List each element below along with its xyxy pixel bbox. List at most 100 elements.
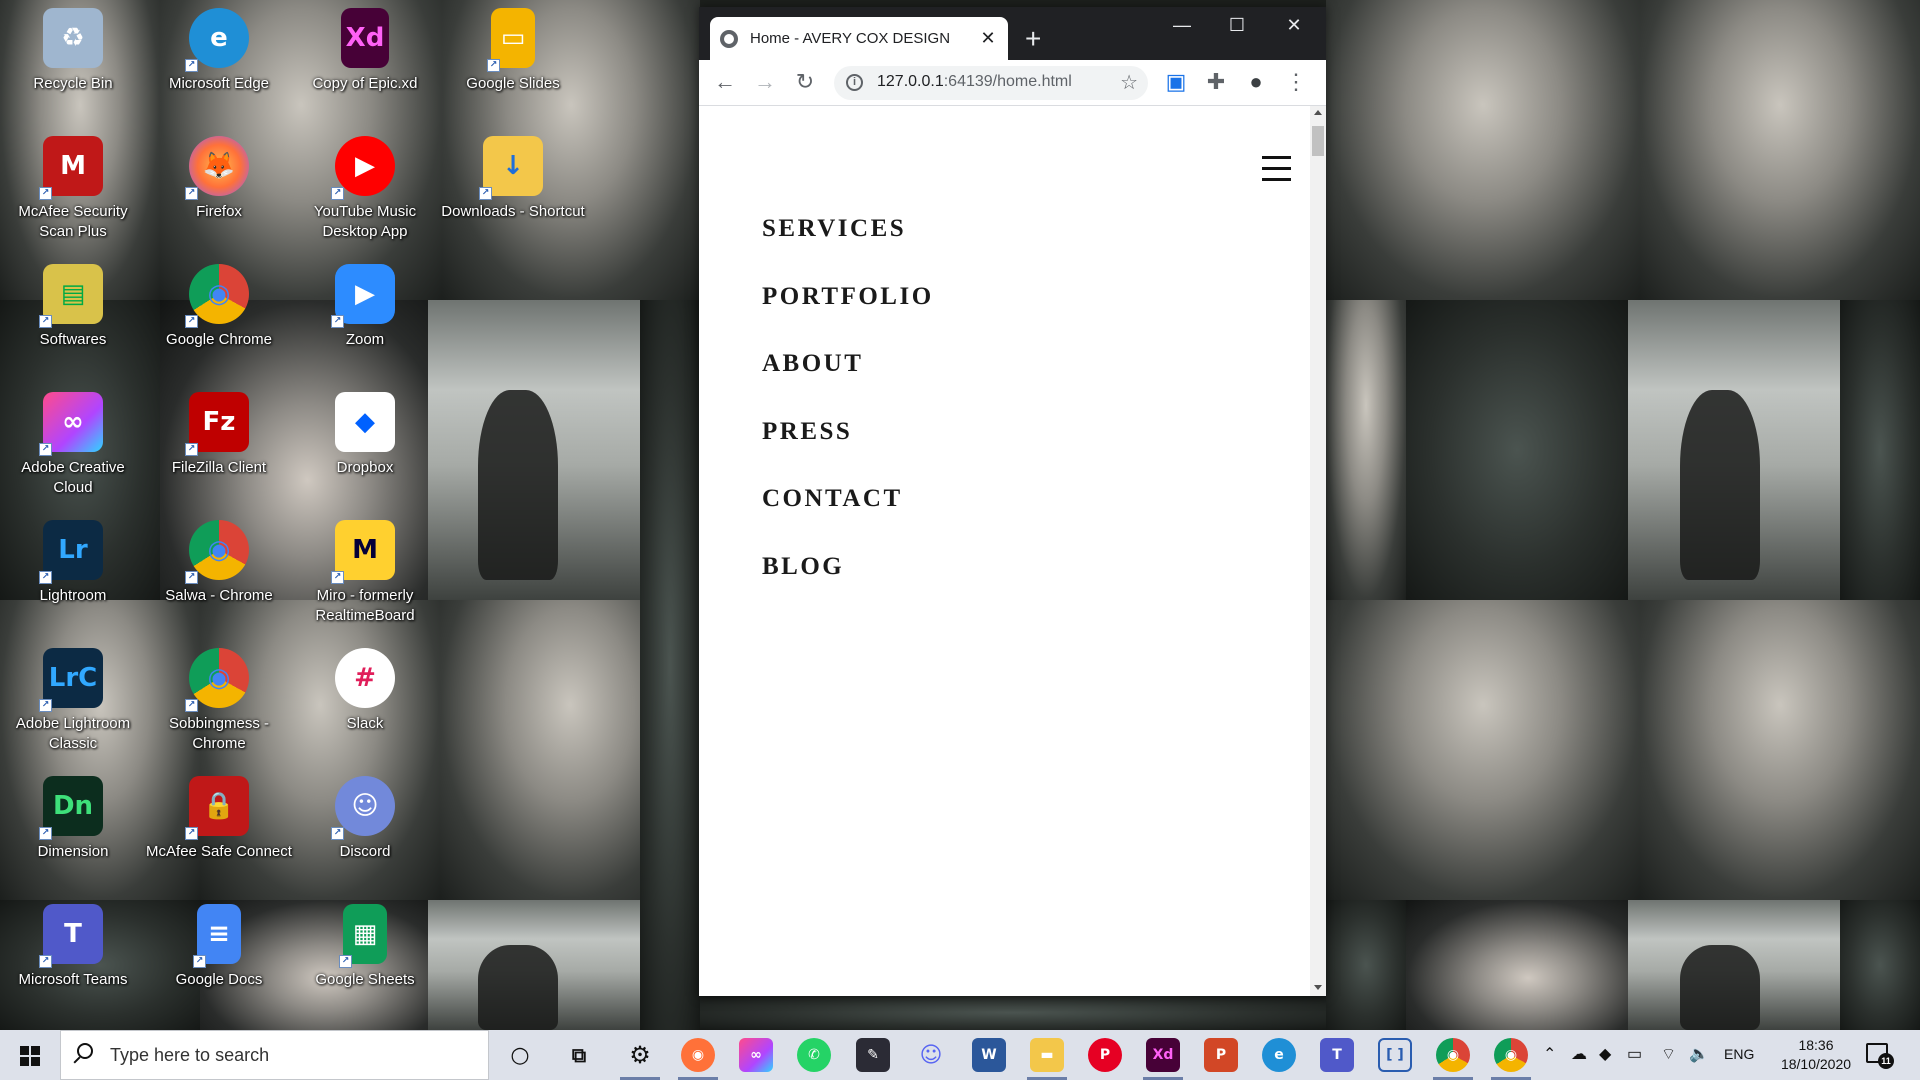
show-hidden-icons-chevron-icon[interactable]: ⌃ <box>1543 1044 1556 1080</box>
close-window-button[interactable]: ✕ <box>1271 15 1317 36</box>
dropbox-tray-icon[interactable]: ◆ <box>1599 1044 1611 1080</box>
desktop-icon-teams[interactable]: T ↗ Microsoft Teams <box>0 904 146 990</box>
reload-icon[interactable]: ↻ <box>791 68 819 96</box>
nav-link-blog[interactable]: BLOG <box>762 553 844 581</box>
desktop-icon-google-slides[interactable]: ▭ ↗ Google Slides <box>440 8 586 94</box>
search-placeholder: Type here to search <box>110 1045 270 1065</box>
desktop-icon-lightroom-classic[interactable]: LrC ↗ Adobe Lightroom Classic <box>0 648 146 754</box>
lightroom-icon: Lr ↗ <box>39 520 103 584</box>
word-icon[interactable]: W <box>972 1038 1006 1072</box>
volume-icon[interactable]: 🔈 <box>1689 1044 1709 1080</box>
adobe-xd-icon[interactable]: Xd <box>1146 1038 1180 1072</box>
desktop-icon-softwares[interactable]: ▤ ↗ Softwares <box>0 264 146 350</box>
action-center-icon[interactable]: 11 <box>1866 1043 1894 1069</box>
scrollbar-thumb[interactable] <box>1312 126 1324 156</box>
scroll-up-arrow-icon[interactable] <box>1314 110 1322 115</box>
whatsapp-icon[interactable]: ✆ <box>797 1038 831 1072</box>
desktop-icon-mcafee-scan[interactable]: M ↗ McAfee Security Scan Plus <box>0 136 146 242</box>
nav-link-about[interactable]: ABOUT <box>762 350 863 378</box>
desktop-icon-zoom[interactable]: ▶ ↗ Zoom <box>292 264 438 350</box>
address-bar[interactable]: i 127.0.0.1:64139/home.html ☆ <box>834 66 1148 100</box>
back-arrow-icon[interactable]: ← <box>711 68 739 96</box>
desktop-icon-discord[interactable]: ☺ ↗ Discord <box>292 776 438 862</box>
edge-icon[interactable]: e <box>1262 1038 1296 1072</box>
nav-link-press[interactable]: PRESS <box>762 418 852 446</box>
desktop-icon-slack[interactable]: # Slack <box>292 648 438 734</box>
scroll-down-arrow-icon[interactable] <box>1314 985 1322 990</box>
shortcut-arrow-icon: ↗ <box>185 315 198 328</box>
desktop-icon-downloads[interactable]: ↓ ↗ Downloads - Shortcut <box>440 136 586 222</box>
desktop-icon-xd-file[interactable]: Xd Copy of Epic.xd <box>292 8 438 94</box>
powerpoint-icon[interactable]: P <box>1204 1038 1238 1072</box>
shortcut-arrow-icon: ↗ <box>185 443 198 456</box>
taskbar-search-box[interactable]: Type here to search <box>60 1030 489 1080</box>
bookmark-star-icon[interactable]: ☆ <box>1120 70 1138 95</box>
desktop-icon-label: Slack <box>346 715 384 732</box>
bracket-app-icon[interactable]: [ ] <box>1378 1038 1412 1072</box>
profile-avatar-icon[interactable]: ● <box>1242 68 1270 96</box>
desktop-icon-dimension[interactable]: Dn ↗ Dimension <box>0 776 146 862</box>
cortana-icon[interactable]: ○ <box>503 1038 537 1072</box>
url-text[interactable]: 127.0.0.1:64139/home.html <box>877 73 1072 91</box>
system-clock[interactable]: 18:36 18/10/2020 <box>1780 1036 1852 1074</box>
desktop-icon-google-docs[interactable]: ≡ ↗ Google Docs <box>146 904 292 990</box>
nav-link-services[interactable]: SERVICES <box>762 215 906 243</box>
desktop-icon-dropbox[interactable]: ◆ Dropbox <box>292 392 438 478</box>
cast-extension-icon[interactable]: ▣ <box>1162 68 1190 96</box>
desktop-icon-google-sheets[interactable]: ▦ ↗ Google Sheets <box>292 904 438 990</box>
chrome-profile-icon[interactable]: ◉ <box>1436 1038 1470 1072</box>
desktop-icon-mcafee-safe-connect[interactable]: 🔒 ↗ McAfee Safe Connect <box>146 776 292 862</box>
hamburger-menu-icon[interactable] <box>1262 156 1291 181</box>
extensions-puzzle-icon[interactable]: ✚ <box>1202 68 1230 96</box>
desktop-icon-edge[interactable]: e ↗ Microsoft Edge <box>146 8 292 94</box>
desktop-icon-creative-cloud[interactable]: ∞ ↗ Adobe Creative Cloud <box>0 392 146 498</box>
desktop-icon-recycle-bin[interactable]: ♻ Recycle Bin <box>0 8 146 94</box>
teams-glyph: T <box>64 919 82 949</box>
desktop-icon-filezilla[interactable]: Fz ↗ FileZilla Client <box>146 392 292 478</box>
shortcut-arrow-icon: ↗ <box>185 59 198 72</box>
creative-cloud-icon[interactable]: ∞ <box>739 1038 773 1072</box>
desktop-icon-sobbingmess-chrome[interactable]: ◉ ↗ Sobbingmess - Chrome <box>146 648 292 754</box>
shortcut-arrow-icon: ↗ <box>39 315 52 328</box>
page-scrollbar[interactable] <box>1310 106 1326 996</box>
filezilla-icon: Fz ↗ <box>185 392 249 456</box>
globe-icon <box>720 29 738 48</box>
maximize-button[interactable]: ☐ <box>1214 15 1260 36</box>
desktop-icon-miro[interactable]: M ↗ Miro - formerly RealtimeBoard <box>292 520 438 626</box>
forward-arrow-icon[interactable]: → <box>751 68 779 96</box>
desktop-icon-salwa-chrome[interactable]: ◉ ↗ Salwa - Chrome <box>146 520 292 606</box>
tab-close-icon[interactable]: ✕ <box>978 28 998 49</box>
battery-icon[interactable]: ▭ <box>1627 1044 1642 1080</box>
notification-count-badge: 11 <box>1878 1053 1894 1069</box>
new-tab-button[interactable]: + <box>1025 25 1041 53</box>
firefox-icon[interactable]: ◉ <box>681 1038 715 1072</box>
onedrive-icon[interactable]: ☁ <box>1571 1044 1587 1080</box>
menu-kebab-icon[interactable]: ⋮ <box>1282 68 1310 96</box>
google-docs-icon: ≡ ↗ <box>193 904 241 968</box>
wifi-icon[interactable]: ⌔ <box>1661 1044 1676 1080</box>
settings-icon[interactable]: ⚙ <box>623 1038 657 1072</box>
chrome-icon[interactable]: ◉ <box>1494 1038 1528 1072</box>
nav-link-portfolio[interactable]: PORTFOLIO <box>762 283 934 311</box>
teams-icon[interactable]: T <box>1320 1038 1354 1072</box>
softwares-glyph: ▤ <box>60 279 86 309</box>
task-view-icon[interactable]: ⧉ <box>562 1038 596 1072</box>
edge-icon: e ↗ <box>185 8 249 72</box>
pen-app-icon[interactable]: ✎ <box>856 1038 890 1072</box>
nav-link-contact[interactable]: CONTACT <box>762 485 903 513</box>
desktop-icon-youtube-music[interactable]: ▶ ↗ YouTube Music Desktop App <box>292 136 438 242</box>
windows-logo-icon <box>20 1046 40 1066</box>
input-language-indicator[interactable]: ENG <box>1724 1046 1754 1080</box>
desktop-icon-label: YouTube Music Desktop App <box>313 203 417 240</box>
file-explorer-icon[interactable]: ▬ <box>1030 1038 1064 1072</box>
pinterest-icon[interactable]: P <box>1088 1038 1122 1072</box>
browser-titlebar[interactable]: Home - AVERY COX DESIGN ✕ + — ☐ ✕ <box>699 7 1326 60</box>
site-info-icon[interactable]: i <box>846 74 863 91</box>
start-button[interactable] <box>0 1030 60 1080</box>
minimize-button[interactable]: — <box>1159 15 1205 36</box>
desktop-icon-firefox[interactable]: 🦊 ↗ Firefox <box>146 136 292 222</box>
desktop-icon-chrome[interactable]: ◉ ↗ Google Chrome <box>146 264 292 350</box>
browser-tab-home[interactable]: Home - AVERY COX DESIGN ✕ <box>710 17 1008 60</box>
discord-icon[interactable]: ☺ <box>914 1038 948 1072</box>
desktop-icon-lightroom[interactable]: Lr ↗ Lightroom <box>0 520 146 606</box>
